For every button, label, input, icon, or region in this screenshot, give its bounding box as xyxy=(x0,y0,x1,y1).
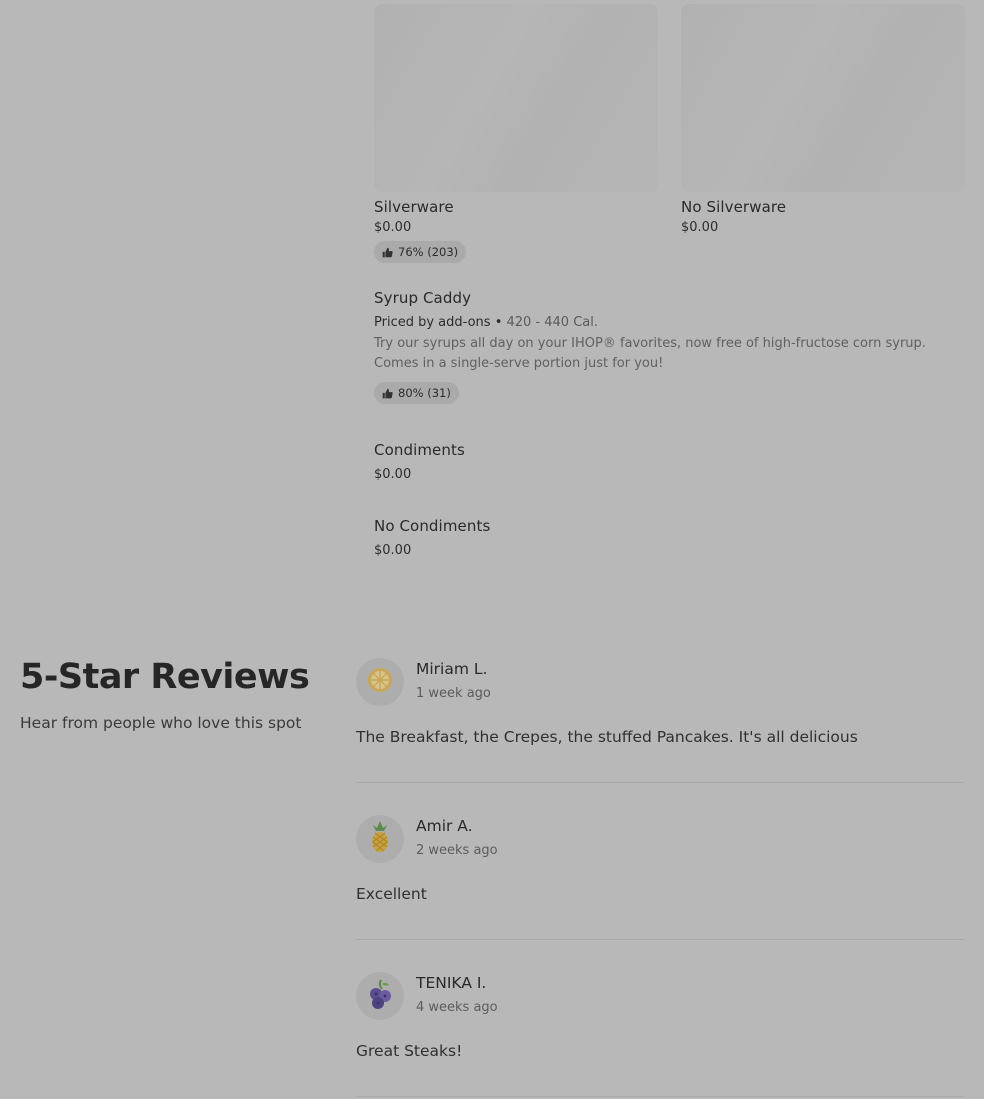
menu-item-syrup-caddy[interactable]: Syrup Caddy Priced by add-ons • 420 - 44… xyxy=(374,289,959,404)
menu-item-title: No Silverware xyxy=(681,198,787,216)
menu-item-title: Silverware xyxy=(374,198,454,216)
divider xyxy=(356,1096,964,1097)
lemon-icon xyxy=(365,665,395,699)
review-card: TENIKA I. 4 weeks ago Great Steaks! xyxy=(356,972,964,1072)
review-time: 1 week ago xyxy=(416,686,491,701)
blueberries-icon xyxy=(365,978,395,1014)
reviews-title: 5-Star Reviews xyxy=(20,657,310,697)
menu-item-no-silverware[interactable]: No Silverware $0.00 xyxy=(681,4,965,235)
menu-item-silverware[interactable]: Silverware $0.00 76% (203) xyxy=(374,4,658,263)
calories: 420 - 440 Cal. xyxy=(506,315,599,330)
rating-text: 80% (31) xyxy=(398,386,451,400)
thumbs-up-icon xyxy=(382,388,393,399)
review-text: The Breakfast, the Crepes, the stuffed P… xyxy=(356,728,858,746)
thumbs-up-icon xyxy=(382,247,393,258)
no-silverware-image xyxy=(681,4,965,192)
menu-item-title: No Condiments xyxy=(374,517,491,535)
rating-badge: 80% (31) xyxy=(374,382,459,404)
avatar xyxy=(356,658,404,706)
menu-item-title: Condiments xyxy=(374,441,465,459)
review-card: Miriam L. 1 week ago The Breakfast, the … xyxy=(356,658,964,758)
divider xyxy=(356,782,964,783)
avatar xyxy=(356,815,404,863)
reviewer-name: TENIKA I. xyxy=(416,974,487,992)
reviewer-name: Amir A. xyxy=(416,817,473,835)
review-card: Amir A. 2 weeks ago Excellent xyxy=(356,815,964,915)
menu-item-description: Try our syrups all day on your IHOP® fav… xyxy=(374,336,926,371)
priced-label: Priced by add-ons xyxy=(374,315,491,330)
avatar xyxy=(356,972,404,1020)
review-time: 4 weeks ago xyxy=(416,1000,498,1015)
menu-item-price: $0.00 xyxy=(681,220,719,235)
rating-badge: 76% (203) xyxy=(374,241,467,263)
menu-item-condiments[interactable]: Condiments $0.00 xyxy=(374,441,465,482)
review-text: Excellent xyxy=(356,885,427,903)
reviewer-name: Miriam L. xyxy=(416,660,488,678)
menu-item-price: $0.00 xyxy=(374,467,412,482)
review-time: 2 weeks ago xyxy=(416,843,498,858)
menu-item-title: Syrup Caddy xyxy=(374,289,472,307)
menu-item-no-condiments[interactable]: No Condiments $0.00 xyxy=(374,517,490,558)
menu-item-price: $0.00 xyxy=(374,220,412,235)
meta-separator: • xyxy=(494,315,503,330)
silverware-image xyxy=(374,4,658,192)
reviews-subtitle: Hear from people who love this spot xyxy=(20,714,302,732)
menu-item-meta: Priced by add-ons • 420 - 440 Cal. xyxy=(374,315,959,330)
menu-item-price: $0.00 xyxy=(374,543,412,558)
review-text: Great Steaks! xyxy=(356,1042,463,1060)
rating-text: 76% (203) xyxy=(398,245,459,259)
pineapple-icon xyxy=(365,820,395,858)
divider xyxy=(356,939,964,940)
